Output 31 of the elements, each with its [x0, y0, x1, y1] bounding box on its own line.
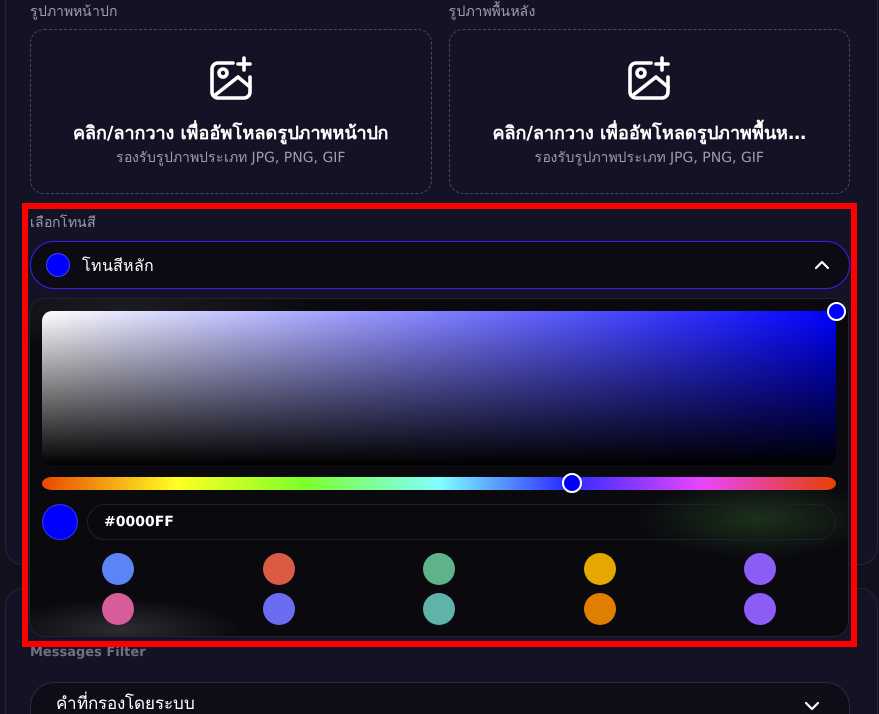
field-label: Messages Filter — [30, 644, 146, 662]
field-label: รูปภาพพื้นหลัง — [448, 3, 536, 21]
color-swatch[interactable] — [584, 593, 616, 625]
color-swatch[interactable] — [744, 593, 776, 625]
upload-hint: รองรับรูปภาพประเภท JPG, PNG, GIF — [534, 149, 764, 167]
color-tone-dropdown[interactable]: โทนสีหลัก — [30, 241, 850, 289]
color-swatch[interactable] — [262, 553, 294, 585]
image-add-icon — [627, 56, 672, 100]
chevron-up-icon — [814, 260, 830, 270]
hex-input[interactable]: #0000FF — [87, 504, 836, 540]
color-swatch[interactable] — [423, 593, 455, 625]
field-label: เลือกโทนสี — [30, 214, 96, 232]
upload-dropzone[interactable]: คลิก/ลากวาง เพื่ออัพโหลดรูปภาพพื้นห… รองรับรูปภาพประเภท JPG, PNG, GIF — [448, 29, 850, 194]
chevron-down-icon — [804, 701, 820, 711]
field-label: รูปภาพหน้าปก — [30, 3, 117, 21]
color-preview-icon — [42, 504, 78, 540]
upload-hint: รองรับรูปภาพประเภท JPG, PNG, GIF — [116, 149, 346, 167]
upload-dropzone[interactable]: คลิก/ลากวาง เพื่ออัพโหลดรูปภาพหน้าปก รองรับรูปภาพประเภท JPG, PNG, GIF — [30, 29, 432, 194]
filter-dropdown[interactable]: คำที่กรองโดยระบบ — [30, 682, 850, 714]
color-swatch[interactable] — [744, 553, 776, 585]
picker-handle[interactable] — [826, 302, 846, 320]
color-gradient-area[interactable] — [42, 311, 836, 465]
color-swatch-icon — [46, 253, 70, 277]
color-swatch[interactable] — [423, 553, 455, 585]
hue-handle[interactable] — [562, 473, 582, 493]
color-swatch[interactable] — [584, 553, 616, 585]
color-swatch[interactable] — [262, 593, 294, 625]
color-swatch[interactable] — [102, 593, 134, 625]
color-swatch[interactable] — [102, 553, 134, 585]
image-add-icon — [208, 56, 253, 100]
hue-slider[interactable] — [42, 473, 836, 493]
